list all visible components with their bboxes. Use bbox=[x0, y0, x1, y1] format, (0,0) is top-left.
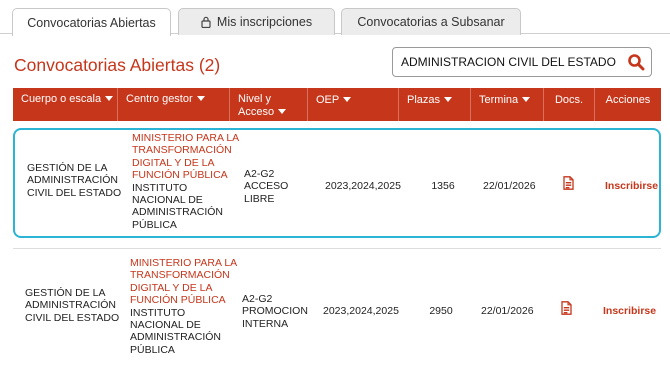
ministerio-name: MINISTERIO PARA LA TRANSFORMACIÓN DIGITA… bbox=[132, 132, 239, 182]
cell-plazas: 2950 bbox=[429, 305, 453, 317]
ministerio-name: MINISTERIO PARA LA TRANSFORMACIÓN DIGITA… bbox=[130, 257, 237, 307]
cell-plazas: 1356 bbox=[431, 180, 455, 192]
lock-icon bbox=[201, 16, 211, 28]
cell-nivel-acceso: A2-G2 PROMOCION INTERNA bbox=[242, 293, 308, 330]
table-row[interactable]: GESTIÓN DE LA ADMINISTRACIÓN CIVIL DEL E… bbox=[13, 128, 661, 238]
tab-label: Mis inscripciones bbox=[216, 15, 313, 29]
sort-caret-icon bbox=[105, 96, 114, 101]
page-title: Convocatorias Abiertas (2) bbox=[14, 55, 221, 75]
sort-caret-icon bbox=[444, 97, 453, 102]
search-icon[interactable] bbox=[627, 53, 645, 71]
header-plazas[interactable]: Plazas bbox=[399, 88, 471, 121]
header-cuerpo-escala[interactable]: Cuerpo o escala bbox=[13, 88, 118, 121]
header-label: Acciones bbox=[605, 94, 651, 106]
inscribirse-button[interactable]: Inscribirse bbox=[605, 180, 665, 192]
sort-caret-icon bbox=[343, 97, 352, 102]
cell-cuerpo: GESTIÓN DE LA ADMINISTRACIÓN CIVIL DEL E… bbox=[25, 287, 120, 324]
search-box bbox=[392, 47, 652, 77]
table-header: Cuerpo o escala Centro gestor Nivel y Ac… bbox=[13, 88, 661, 121]
table-row[interactable]: GESTIÓN DE LA ADMINISTRACIÓN CIVIL DEL E… bbox=[13, 248, 661, 366]
tab-mis-inscripciones[interactable]: Mis inscripciones bbox=[178, 8, 335, 35]
header-centro-gestor[interactable]: Centro gestor bbox=[118, 88, 230, 121]
header-docs: Docs. bbox=[544, 88, 595, 121]
header-acciones: Acciones bbox=[595, 88, 661, 121]
instituto-name: INSTITUTO NACIONAL DE ADMINISTRACIÓN PÚB… bbox=[132, 181, 224, 231]
header-label: Cuerpo o escala bbox=[21, 93, 102, 105]
tab-label: Convocatorias Abiertas bbox=[27, 15, 156, 30]
cell-termina: 22/01/2026 bbox=[481, 305, 534, 317]
tab-convocatorias-subsanar[interactable]: Convocatorias a Subsanar bbox=[341, 8, 521, 35]
cell-oep: 2023,2024,2025 bbox=[325, 180, 401, 192]
instituto-name: INSTITUTO NACIONAL DE ADMINISTRACIÓN PÚB… bbox=[130, 306, 222, 356]
header-label: Termina bbox=[479, 94, 519, 106]
header-nivel-acceso[interactable]: Nivel y Acceso bbox=[230, 88, 308, 121]
pdf-document-icon[interactable] bbox=[561, 301, 575, 318]
tab-convocatorias-abiertas[interactable]: Convocatorias Abiertas bbox=[12, 8, 171, 36]
cell-nivel-acceso: A2-G2 ACCESO LIBRE bbox=[244, 168, 289, 205]
sort-caret-icon bbox=[522, 97, 531, 102]
header-termina[interactable]: Termina bbox=[471, 88, 544, 121]
tab-bar: Convocatorias Abiertas Mis inscripciones… bbox=[0, 0, 670, 36]
inscribirse-button[interactable]: Inscribirse bbox=[603, 305, 663, 317]
header-label: Centro gestor bbox=[126, 93, 193, 105]
cell-termina: 22/01/2026 bbox=[483, 180, 536, 192]
header-oep[interactable]: OEP bbox=[308, 88, 399, 121]
header-label: Plazas bbox=[407, 94, 441, 106]
search-input[interactable] bbox=[401, 48, 621, 76]
header-label: Docs. bbox=[554, 94, 584, 106]
header-label: OEP bbox=[316, 94, 340, 106]
pdf-document-icon[interactable] bbox=[563, 176, 577, 193]
header-label: Nivel y Acceso bbox=[238, 93, 275, 118]
sort-caret-icon bbox=[196, 96, 205, 101]
cell-cuerpo: GESTIÓN DE LA ADMINISTRACIÓN CIVIL DEL E… bbox=[27, 162, 122, 199]
sort-caret-icon bbox=[278, 109, 287, 114]
cell-oep: 2023,2024,2025 bbox=[323, 305, 399, 317]
cell-centro-gestor: MINISTERIO PARA LA TRANSFORMACIÓN DIGITA… bbox=[132, 132, 242, 231]
tab-label: Convocatorias a Subsanar bbox=[357, 15, 505, 29]
cell-centro-gestor: MINISTERIO PARA LA TRANSFORMACIÓN DIGITA… bbox=[130, 257, 240, 356]
